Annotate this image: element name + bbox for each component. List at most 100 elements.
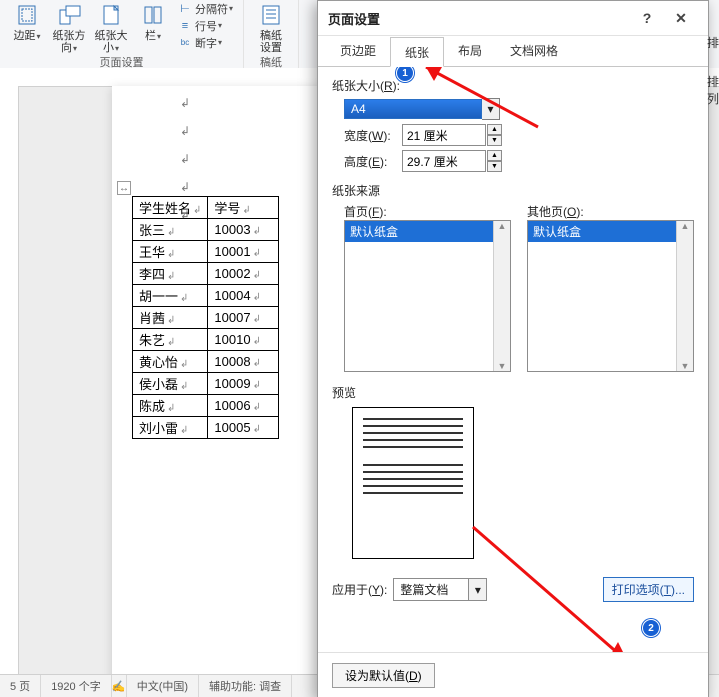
first-page-label: 首页(F): <box>344 203 511 220</box>
small-items: ⊢分隔符▾ ≡行号▾ bc断字▾ <box>174 0 237 51</box>
lineno-item[interactable]: ≡行号▾ <box>178 17 233 34</box>
orientation-label: 纸张方向 <box>53 30 86 54</box>
paper-size-icon <box>98 2 124 28</box>
height-field[interactable] <box>402 150 486 172</box>
dialog-body: 纸张大小(R): A4 ▾ 宽度(W): ▲▼ 高度(E): <box>318 67 708 652</box>
preview-frame <box>352 407 474 559</box>
margins-label: 边距 <box>13 30 35 42</box>
tab-paper[interactable]: 纸张 <box>390 37 444 67</box>
lineno-label: 行号 <box>195 18 217 34</box>
table-row: 肖茜↲10007↲ <box>133 307 279 329</box>
preview-label: 预览 <box>332 384 694 401</box>
other-page-label: 其他页(O): <box>527 203 694 220</box>
table-row: 王华↲10001↲ <box>133 241 279 263</box>
paper-size-button[interactable]: 纸张大小▾ <box>90 0 132 57</box>
tab-layout[interactable]: 布局 <box>444 36 496 66</box>
paper-size-value: A4 <box>344 99 482 119</box>
th-name: 学生姓名 <box>139 201 191 216</box>
chevron-down-icon: ▾ <box>73 44 77 53</box>
table-row: 胡一一↲10004↲ <box>133 285 279 307</box>
print-options-button[interactable]: 打印选项(T)... <box>603 577 694 602</box>
chevron-down-icon[interactable]: ▾ <box>482 98 500 120</box>
paper-size-select[interactable]: A4 ▾ <box>344 98 500 120</box>
th-id: 学号 <box>214 201 240 216</box>
table-row: 刘小雷↲10005↲ <box>133 417 279 439</box>
table-anchor-icon[interactable]: ↔ <box>117 181 131 195</box>
hyphen-icon: bc <box>178 36 192 50</box>
draft-icon <box>258 2 284 28</box>
first-page-listbox[interactable]: 默认纸盒 ▲▼ <box>344 220 511 372</box>
columns-button[interactable]: 栏▾ <box>132 0 174 45</box>
scroll-down-icon[interactable]: ▼ <box>494 361 510 371</box>
paper-size-section-label: 纸张大小(R): <box>332 79 400 93</box>
doc-table[interactable]: 学生姓名↲学号↲ 张三↲10003↲ 王华↲10001↲ 李四↲10002↲ 胡… <box>132 196 279 439</box>
dialog-titlebar[interactable]: 页面设置 ? ✕ <box>318 1 708 36</box>
scrollbar[interactable]: ▲▼ <box>676 221 693 371</box>
scroll-up-icon[interactable]: ▲ <box>494 221 510 231</box>
breaks-item[interactable]: ⊢分隔符▾ <box>178 0 233 17</box>
status-language[interactable]: 中文(中国) <box>127 675 199 697</box>
page-setup-dialog: 页面设置 ? ✕ 页边距 纸张 布局 文档网格 纸张大小(R): A4 ▾ 宽度… <box>317 0 709 697</box>
help-button[interactable]: ? <box>630 10 664 26</box>
chevron-down-icon: ▾ <box>229 4 233 13</box>
vertical-ruler[interactable] <box>0 86 19 675</box>
table-row: 学生姓名↲学号↲ <box>133 197 279 219</box>
status-accessibility[interactable]: 辅助功能: 调查 <box>199 675 292 697</box>
scroll-up-icon[interactable]: ▲ <box>677 221 693 231</box>
apply-to-select[interactable]: 整篇文档 ▾ <box>393 578 487 601</box>
height-input[interactable]: ▲▼ <box>402 150 502 172</box>
height-label: 高度(E): <box>344 153 402 170</box>
set-default-button[interactable]: 设为默认值(D) <box>332 663 435 688</box>
status-spellcheck-icon[interactable]: ✍ <box>112 675 127 697</box>
annotation-badge-2: 2 <box>642 619 660 637</box>
tab-grid[interactable]: 文档网格 <box>496 36 572 66</box>
group-page-setup-label: 页面设置 <box>100 54 144 68</box>
spin-down-icon[interactable]: ▼ <box>487 161 502 172</box>
chevron-down-icon[interactable]: ▾ <box>469 578 487 601</box>
spin-up-icon[interactable]: ▲ <box>487 150 502 161</box>
spin-down-icon[interactable]: ▼ <box>487 135 502 146</box>
draft-button[interactable]: 稿纸 设置 <box>250 0 292 56</box>
paper-source-label: 纸张来源 <box>332 182 694 199</box>
orientation-icon <box>56 2 82 28</box>
status-pages[interactable]: 5 页 <box>0 675 41 697</box>
width-label: 宽度(W): <box>344 127 402 144</box>
table-row: 黄心怡↲10008↲ <box>133 351 279 373</box>
width-field[interactable] <box>402 124 486 146</box>
status-word-count[interactable]: 1920 个字 <box>41 675 112 697</box>
close-button[interactable]: ✕ <box>664 10 698 27</box>
paper-size-label: 纸张大小 <box>95 30 128 54</box>
scrollbar[interactable]: ▲▼ <box>493 221 510 371</box>
hyphen-label: 断字 <box>195 35 217 51</box>
spin-up-icon[interactable]: ▲ <box>487 124 502 135</box>
table-row: 朱艺↲10010↲ <box>133 329 279 351</box>
chevron-down-icon: ▾ <box>157 32 161 41</box>
other-page-listbox[interactable]: 默认纸盒 ▲▼ <box>527 220 694 372</box>
apply-to-value: 整篇文档 <box>393 578 469 601</box>
orientation-button[interactable]: 纸张方向▾ <box>48 0 90 57</box>
dialog-footer: 设为默认值(D) <box>318 652 708 697</box>
breaks-label: 分隔符 <box>195 1 228 17</box>
margins-button[interactable]: 边距▾ <box>6 0 48 45</box>
width-input[interactable]: ▲▼ <box>402 124 502 146</box>
lineno-icon: ≡ <box>178 19 192 33</box>
tab-margin[interactable]: 页边距 <box>326 36 390 66</box>
draft-label: 稿纸 设置 <box>260 30 282 54</box>
dialog-title: 页面设置 <box>328 9 380 28</box>
list-item[interactable]: 默认纸盒 <box>345 221 510 242</box>
apply-to-label: 应用于(Y): <box>332 581 387 598</box>
chevron-down-icon: ▾ <box>36 32 40 41</box>
hyphen-item[interactable]: bc断字▾ <box>178 34 233 51</box>
table-row: 侯小磊↲10009↲ <box>133 373 279 395</box>
list-item[interactable]: 默认纸盒 <box>528 221 693 242</box>
dialog-tabs: 页边距 纸张 布局 文档网格 <box>318 36 708 67</box>
scroll-down-icon[interactable]: ▼ <box>677 361 693 371</box>
right-sliver: 排 排列 <box>707 34 719 107</box>
chevron-down-icon: ▾ <box>218 21 222 30</box>
chevron-down-icon: ▾ <box>218 38 222 47</box>
columns-label: 栏 <box>145 30 156 42</box>
group-draft-label: 稿纸 <box>260 54 282 68</box>
margins-icon <box>14 2 40 28</box>
table-row: 张三↲10003↲ <box>133 219 279 241</box>
chevron-down-icon: ▾ <box>115 44 119 53</box>
